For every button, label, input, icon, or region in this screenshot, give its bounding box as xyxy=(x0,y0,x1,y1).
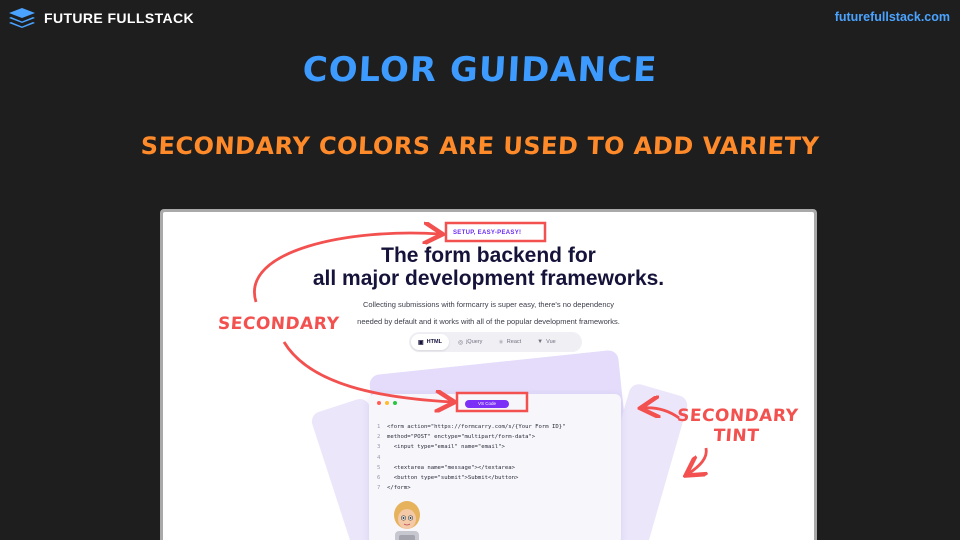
code-block: 1 <form action="https://formcarry.com/s/{… xyxy=(377,422,566,493)
tint-label-line-1: SECONDARY xyxy=(676,406,800,426)
brand[interactable]: FUTURE FULLSTACK xyxy=(8,7,194,29)
vue-icon: ▼ xyxy=(537,339,544,345)
code-line: 7 </form> xyxy=(377,485,411,492)
tab-react[interactable]: ⚛ React xyxy=(491,334,528,350)
react-icon: ⚛ xyxy=(498,339,504,346)
site-url-link[interactable]: futurefullstack.com xyxy=(835,10,950,24)
layers-icon xyxy=(9,8,35,28)
brand-name: FUTURE FULLSTACK xyxy=(44,10,195,26)
minimize-dot[interactable] xyxy=(385,401,389,405)
avatar xyxy=(394,501,420,540)
tab-html[interactable]: ▣ HTML xyxy=(411,334,449,350)
html5-icon: ▣ xyxy=(418,339,424,346)
hero-heading: The form backend for all major developme… xyxy=(163,244,814,290)
tab-label: Vue xyxy=(546,339,556,345)
tab-label: jQuery xyxy=(466,339,483,345)
vs-code-button[interactable]: VS Code xyxy=(465,400,509,408)
website-screenshot: SETUP, EASY-PEASY! The form backend for … xyxy=(160,209,817,540)
tab-jquery[interactable]: ◎ jQuery xyxy=(451,334,489,350)
tagline: SETUP, EASY-PEASY! xyxy=(453,230,522,236)
code-line: 1 <form action="https://formcarry.com/s/{… xyxy=(377,424,566,430)
tab-vue[interactable]: ▼ Vue xyxy=(530,334,563,350)
framework-tabs: ▣ HTML ◎ jQuery ⚛ React ▼ Vue xyxy=(409,332,582,352)
hero-line-1: The form backend for xyxy=(381,244,596,267)
tab-label: HTML xyxy=(426,339,442,345)
window-controls xyxy=(377,401,397,405)
desc-line-1: Collecting submissions with formcarry is… xyxy=(363,300,614,309)
secondary-annotation: SECONDARY xyxy=(217,314,340,334)
code-line: 4 xyxy=(377,454,381,461)
website-screenshot-content: SETUP, EASY-PEASY! The form backend for … xyxy=(163,212,814,540)
code-line: 6 <button type="submit">Submit</button> xyxy=(377,475,519,482)
jquery-icon: ◎ xyxy=(457,339,464,346)
close-dot[interactable] xyxy=(377,401,381,405)
maximize-dot[interactable] xyxy=(393,401,397,405)
hero-line-2: all major development frameworks. xyxy=(312,267,665,290)
code-line: 3 <input type="email" name="email"> xyxy=(377,444,505,451)
slide-subtitle: SECONDARY COLORS ARE USED TO ADD VARIETY xyxy=(140,132,820,160)
secondary-tint-annotation: SECONDARY TINT xyxy=(671,406,804,446)
slide-title: COLOR GUIDANCE xyxy=(301,50,659,90)
tint-label-line-2: TINT xyxy=(712,426,760,446)
code-line: 5 <textarea name="message"></textarea> xyxy=(377,464,515,471)
tab-label: React xyxy=(506,339,522,345)
code-line: 2 method="POST" enctype="multipart/form-d… xyxy=(377,434,536,441)
